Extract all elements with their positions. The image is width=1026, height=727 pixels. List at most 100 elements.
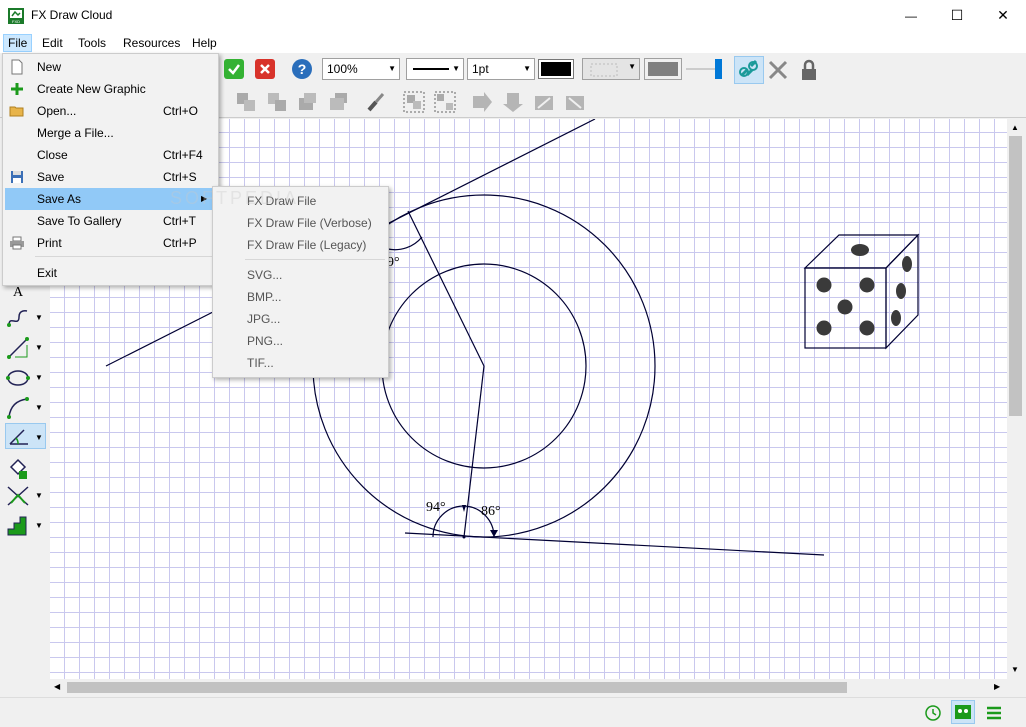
ellipse-tool[interactable] [5,365,31,391]
line-width-select[interactable]: 1pt ▼ [467,58,535,80]
close-window-button[interactable]: ✕ [980,0,1026,31]
link-icon [739,59,758,77]
status-bar [0,697,1026,727]
opacity-slider-track[interactable] [686,68,716,70]
save-as-bmp[interactable]: BMP... [215,286,386,308]
chevron-down-icon[interactable]: ▼ [1011,665,1019,674]
menu-item-save-as[interactable]: Save As ▶ [5,188,216,210]
bring-forward-button[interactable] [234,90,258,114]
maximize-button[interactable]: ☐ [934,0,980,31]
save-as-svg[interactable]: SVG... [215,264,386,286]
chevron-down-icon[interactable]: ▼ [35,343,43,352]
horizontal-scrollbar[interactable]: ◀ ▶ [50,679,1007,696]
save-as-fx-draw-verbose[interactable]: FX Draw File (Verbose) [215,212,386,234]
line-tool[interactable] [5,335,31,361]
save-as-jpg[interactable]: JPG... [215,308,386,330]
chevron-down-icon[interactable]: ▼ [35,373,43,382]
flip-button[interactable] [563,90,587,114]
chevron-right-icon[interactable]: ▶ [994,682,1000,691]
zoom-select[interactable]: 100% ▼ [322,58,400,80]
rotate-button[interactable] [532,90,556,114]
line-width-value: 1pt [472,62,489,76]
folder-icon [9,106,24,117]
menu-item-print[interactable]: Print Ctrl+P [5,232,216,254]
menu-item-close[interactable]: Close Ctrl+F4 [5,144,216,166]
line-tool-icon [7,337,29,359]
svg-text:A: A [13,285,24,300]
group-button[interactable] [402,90,426,114]
radius-top [407,210,485,367]
save-as-png[interactable]: PNG... [215,330,386,352]
menu-item-shortcut: Ctrl+O [163,104,199,118]
send-to-back-button[interactable] [327,90,351,114]
menu-item-label: Create New Graphic [37,82,146,96]
menu-edit-label: Edit [42,36,63,50]
maximize-icon: ☐ [950,7,964,23]
menu-tools[interactable]: Tools [74,34,110,52]
chevron-down-icon[interactable]: ▼ [35,403,43,412]
clock-icon [925,705,941,721]
svg-text:?: ? [298,61,307,77]
chevron-down-icon[interactable]: ▼ [35,433,43,442]
arc-tool[interactable] [5,395,31,421]
line-style-select[interactable]: ▼ [406,58,464,80]
format-painter-button[interactable] [364,90,388,114]
chevron-down-icon[interactable]: ▼ [35,313,43,322]
fill-tool[interactable] [5,455,31,481]
curve-tool[interactable] [5,305,31,331]
line-color-button[interactable] [538,59,574,79]
minimize-button[interactable]: — [888,0,934,31]
send-backward-button[interactable] [265,90,289,114]
help-button[interactable]: ? [290,57,314,81]
layers-icon [268,93,286,111]
angle-label-86: 86° [481,504,501,519]
save-as-fx-draw-file[interactable]: FX Draw File [215,190,386,212]
chevron-down-icon[interactable]: ▼ [35,491,43,500]
title-bar: FXD FX Draw Cloud — ☐ ✕ [0,0,1026,31]
ungroup-button[interactable] [433,90,457,114]
menu-item-label: Print [37,236,62,250]
vertical-scroll-thumb[interactable] [1009,136,1022,416]
link-toggle-button[interactable] [734,56,764,84]
menu-edit[interactable]: Edit [38,34,67,52]
menu-item-open[interactable]: Open... Ctrl+O [5,100,216,122]
menu-button[interactable] [985,704,1003,722]
printer-icon [10,236,24,250]
menu-file-label: File [8,36,28,50]
chevron-up-icon[interactable]: ▲ [1011,123,1019,132]
menu-item-merge-file[interactable]: Merge a File... [5,122,216,144]
menu-item-save-to-gallery[interactable]: Save To Gallery Ctrl+T [5,210,216,232]
move-down-button[interactable] [501,90,525,114]
curve-icon [7,310,28,327]
group-icon [403,91,425,113]
line-color-swatch [541,62,571,76]
checkmark-icon [224,59,244,79]
collaborate-button[interactable] [951,700,975,724]
fill-color-button[interactable] [644,58,682,80]
vertical-scrollbar[interactable]: ▲ ▼ [1007,119,1024,679]
save-as-fx-draw-legacy[interactable]: FX Draw File (Legacy) [215,234,386,256]
save-as-tif[interactable]: TIF... [215,352,386,374]
menu-item-new[interactable]: New [5,56,216,78]
menu-item-exit[interactable]: Exit [5,262,216,284]
intersect-tool[interactable] [5,483,31,509]
move-right-button[interactable] [470,90,494,114]
accept-button[interactable] [222,57,246,81]
chevron-down-icon[interactable]: ▼ [35,521,43,530]
cancel-button[interactable] [253,57,277,81]
close-icon: ✕ [997,7,1009,23]
bring-to-front-button[interactable] [296,90,320,114]
history-button[interactable] [924,704,942,722]
chevron-left-icon[interactable]: ◀ [54,682,60,691]
menu-help[interactable]: Help [188,34,221,52]
menu-item-save[interactable]: Save Ctrl+S [5,166,216,188]
menu-file[interactable]: File [3,34,33,52]
stairs-tool[interactable] [5,513,31,539]
menu-resources[interactable]: Resources [119,34,184,52]
fill-pattern-select[interactable]: ▼ [582,58,640,80]
lock-button[interactable] [797,58,821,82]
unlink-button[interactable] [766,58,790,82]
menu-item-create-new-graphic[interactable]: Create New Graphic [5,78,216,100]
horizontal-scroll-thumb[interactable] [67,682,847,693]
opacity-slider-thumb[interactable] [715,59,722,79]
